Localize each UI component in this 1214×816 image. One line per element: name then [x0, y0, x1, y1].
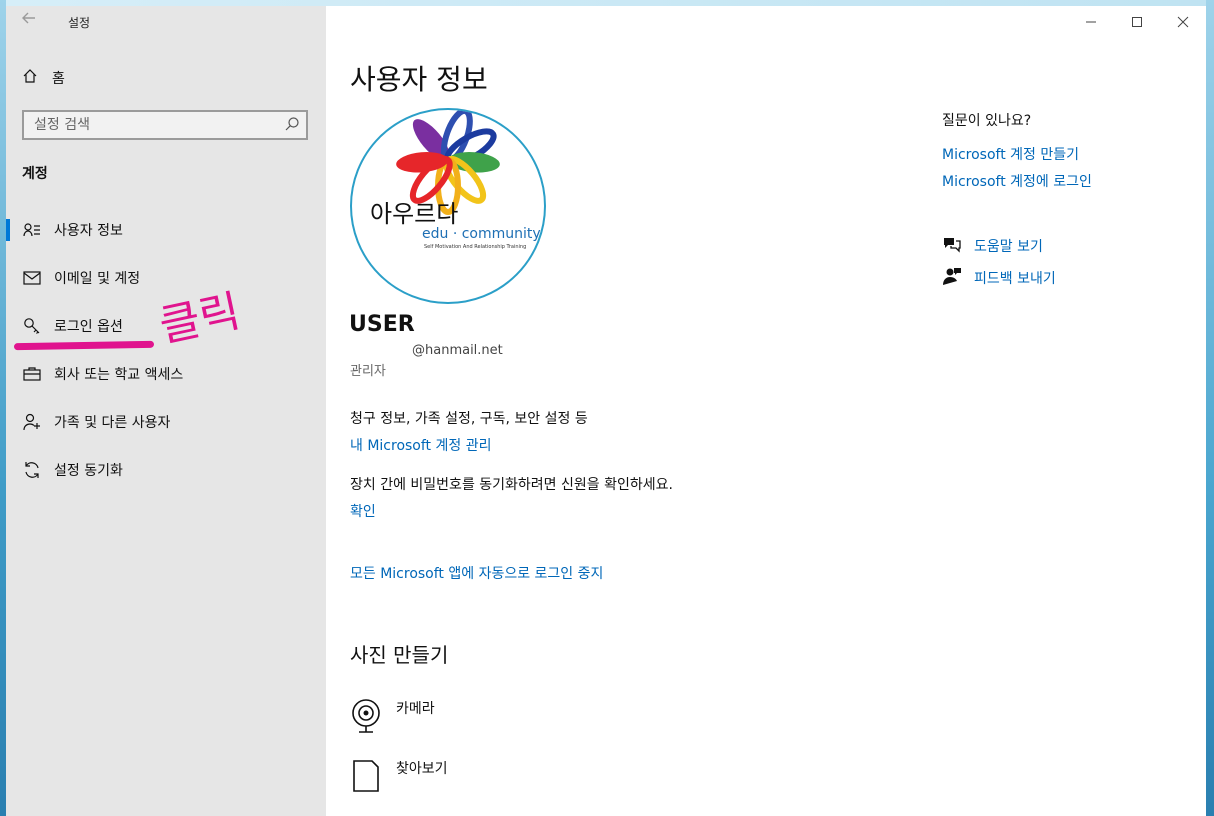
user-info-icon [22, 220, 42, 240]
help-chat-icon [942, 235, 962, 257]
annotation-text: 클릭 [158, 286, 245, 352]
logo-tagline: Self Motivation And Relationship Trainin… [424, 244, 526, 250]
desktop-background-right [1206, 0, 1214, 816]
sidebar-item-label: 가족 및 다른 사용자 [54, 415, 171, 431]
billing-info-text: 청구 정보, 가족 설정, 구독, 보안 설정 등 [350, 411, 588, 427]
sidebar-item-family-users[interactable]: 가족 및 다른 사용자 [6, 398, 326, 446]
sync-icon [22, 460, 42, 480]
signin-account-link[interactable]: Microsoft 계정에 로그인 [942, 171, 1092, 191]
sidebar-item-user-info[interactable]: 사용자 정보 [6, 206, 326, 254]
logo-subtext: edu · community [422, 226, 541, 242]
camera-label: 카메라 [396, 701, 435, 717]
browse-option[interactable]: 찾아보기 [350, 758, 448, 798]
get-help-link[interactable]: 도움말 보기 [942, 235, 1043, 257]
feedback-icon [942, 266, 962, 290]
file-icon [350, 758, 382, 798]
feedback-label: 피드백 보내기 [974, 271, 1056, 287]
create-account-link[interactable]: Microsoft 계정 만들기 [942, 144, 1079, 164]
create-photo-heading: 사진 만들기 [350, 643, 449, 667]
back-arrow-icon[interactable] [22, 10, 36, 29]
home-icon [22, 68, 38, 88]
sidebar-item-label: 로그인 옵션 [54, 319, 123, 335]
camera-option[interactable]: 카메라 [350, 698, 435, 738]
home-label: 홈 [52, 71, 65, 87]
search-input[interactable] [24, 112, 274, 138]
password-sync-text: 장치 간에 비밀번호를 동기화하려면 신원을 확인하세요. [350, 477, 673, 493]
close-button[interactable] [1160, 6, 1206, 38]
home-nav[interactable]: 홈 [22, 68, 65, 88]
avatar: 아우르다 edu · community Self Motivation And… [350, 108, 546, 304]
user-role: 관리자 [350, 364, 386, 379]
briefcase-icon [22, 364, 42, 384]
user-email: @hanmail.net [412, 343, 503, 358]
main-content: 사용자 정보 아우르다 edu · community Self Motivat… [326, 6, 1206, 816]
manage-account-link[interactable]: 내 Microsoft 계정 관리 [350, 435, 491, 455]
sidebar-item-sync-settings[interactable]: 설정 동기화 [6, 446, 326, 494]
page-title: 사용자 정보 [350, 63, 488, 96]
sidebar-item-label: 사용자 정보 [54, 223, 123, 239]
browse-label: 찾아보기 [396, 761, 448, 777]
sidebar: 설정 홈 계정 사용자 정보 [6, 6, 326, 816]
app-title: 설정 [68, 16, 91, 30]
user-name: USER [349, 312, 415, 337]
verify-link[interactable]: 확인 [350, 501, 376, 521]
sidebar-item-label: 회사 또는 학교 액세스 [54, 367, 184, 383]
logo-text: 아우르다 [370, 200, 458, 228]
stop-auto-signin-link[interactable]: 모든 Microsoft 앱에 자동으로 로그인 중지 [350, 563, 603, 583]
search-box[interactable] [22, 110, 308, 140]
annotation-handwritten-text: 클릭 [155, 272, 268, 356]
mail-icon [22, 268, 42, 288]
sidebar-item-label: 이메일 및 계정 [54, 271, 141, 287]
maximize-button[interactable] [1114, 6, 1160, 38]
sidebar-item-label: 설정 동기화 [54, 463, 123, 479]
section-title: 계정 [22, 166, 48, 182]
question-heading: 질문이 있나요? [942, 113, 1032, 129]
title-bar: 설정 [6, 6, 326, 38]
minimize-button[interactable] [1068, 6, 1114, 38]
send-feedback-link[interactable]: 피드백 보내기 [942, 266, 1056, 290]
logo-image: 아우르다 edu · community Self Motivation And… [370, 110, 541, 250]
search-icon[interactable] [284, 116, 300, 136]
window-controls [1068, 6, 1206, 38]
person-add-icon [22, 412, 42, 432]
sidebar-item-work-school[interactable]: 회사 또는 학교 액세스 [6, 350, 326, 398]
settings-window: 설정 홈 계정 사용자 정보 [6, 6, 1206, 816]
help-label: 도움말 보기 [974, 239, 1043, 255]
key-icon [22, 316, 42, 336]
camera-icon [350, 698, 382, 738]
